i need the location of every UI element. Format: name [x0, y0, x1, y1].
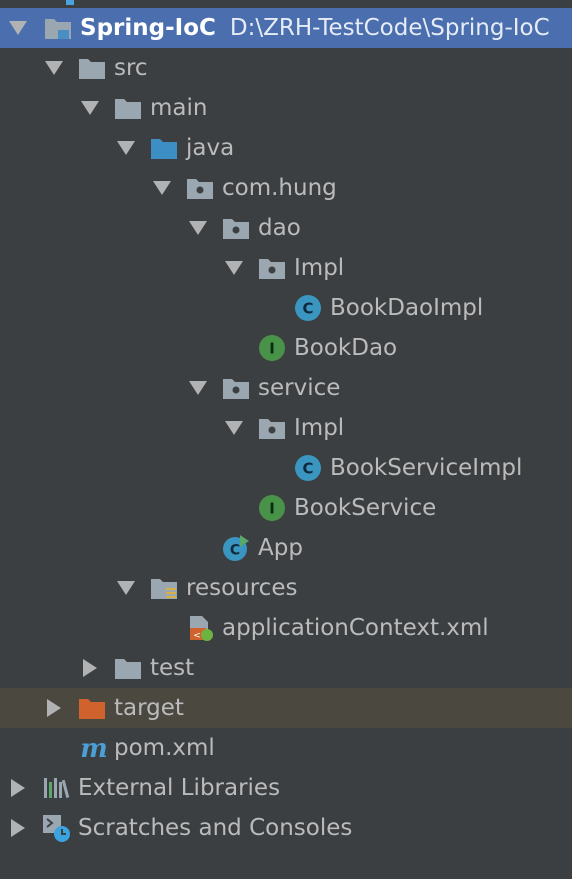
collapsed-arrow-icon[interactable]	[78, 656, 102, 680]
collapsed-arrow-icon[interactable]	[6, 816, 30, 840]
tree-row-target[interactable]: target	[0, 688, 572, 728]
maven-icon: m	[78, 734, 108, 764]
class-icon: C	[294, 454, 322, 482]
svg-text:C: C	[230, 543, 240, 559]
node-label: BookDaoImpl	[330, 295, 484, 321]
top-strip	[0, 0, 572, 8]
node-label: External Libraries	[78, 775, 281, 801]
node-label: resources	[186, 575, 298, 601]
svg-text:C: C	[302, 460, 313, 478]
runnable-class-icon: C	[222, 534, 250, 562]
collapsed-arrow-icon[interactable]	[6, 776, 30, 800]
package-icon	[186, 174, 214, 202]
tree-row-app[interactable]: C App	[0, 528, 572, 568]
expand-arrow-icon[interactable]	[6, 16, 30, 40]
tree-row-service[interactable]: service	[0, 368, 572, 408]
folder-icon	[114, 94, 142, 122]
node-label: service	[258, 375, 341, 401]
node-label: App	[258, 535, 303, 561]
tree-row-pom[interactable]: m pom.xml	[0, 728, 572, 768]
expand-arrow-icon[interactable]	[78, 96, 102, 120]
libraries-icon	[42, 774, 70, 802]
expand-arrow-icon[interactable]	[150, 176, 174, 200]
tree-row-external-libraries[interactable]: External Libraries	[0, 768, 572, 808]
interface-icon: I	[258, 334, 286, 362]
svg-text:m: m	[80, 734, 108, 762]
collapsed-arrow-icon[interactable]	[42, 696, 66, 720]
node-label: dao	[258, 215, 301, 241]
expand-arrow-icon[interactable]	[222, 416, 246, 440]
spring-xml-icon: <	[186, 614, 214, 642]
node-label: Impl	[294, 255, 345, 281]
module-folder-icon	[44, 14, 72, 42]
node-label: main	[150, 95, 208, 121]
tree-row-test[interactable]: test	[0, 648, 572, 688]
svg-text:I: I	[269, 340, 275, 358]
folder-icon	[114, 654, 142, 682]
folder-icon	[78, 54, 106, 82]
expand-arrow-icon[interactable]	[114, 576, 138, 600]
node-label: BookServiceImpl	[330, 455, 523, 481]
project-path: D:\ZRH-TestCode\Spring-IoC	[229, 15, 550, 41]
tree-row-package[interactable]: com.hung	[0, 168, 572, 208]
tree-row-scratches[interactable]: Scratches and Consoles	[0, 808, 572, 848]
expand-arrow-icon[interactable]	[186, 216, 210, 240]
tree-row-project-root[interactable]: Spring-IoC D:\ZRH-TestCode\Spring-IoC	[0, 8, 572, 48]
tree-row-book-service[interactable]: I BookService	[0, 488, 572, 528]
expand-arrow-icon[interactable]	[222, 256, 246, 280]
source-folder-icon	[150, 134, 178, 162]
expand-arrow-icon[interactable]	[114, 136, 138, 160]
package-icon	[258, 414, 286, 442]
tree-row-service-impl[interactable]: Impl	[0, 408, 572, 448]
project-tree[interactable]: Spring-IoC D:\ZRH-TestCode\Spring-IoC sr…	[0, 8, 572, 848]
resources-folder-icon	[150, 574, 178, 602]
top-strip-marker	[66, 0, 74, 5]
svg-text:I: I	[269, 500, 275, 518]
expand-arrow-icon[interactable]	[186, 376, 210, 400]
scratches-icon	[42, 814, 70, 842]
tree-row-book-service-impl[interactable]: C BookServiceImpl	[0, 448, 572, 488]
tree-row-dao-impl[interactable]: Impl	[0, 248, 572, 288]
interface-icon: I	[258, 494, 286, 522]
tree-row-book-dao-impl[interactable]: C BookDaoImpl	[0, 288, 572, 328]
svg-text:<: <	[193, 631, 201, 641]
tree-row-resources[interactable]: resources	[0, 568, 572, 608]
node-label: BookDao	[294, 335, 398, 361]
tree-row-java[interactable]: java	[0, 128, 572, 168]
excluded-folder-icon	[78, 694, 106, 722]
node-label: src	[114, 55, 148, 81]
tree-row-main[interactable]: main	[0, 88, 572, 128]
tree-row-book-dao[interactable]: I BookDao	[0, 328, 572, 368]
node-label: pom.xml	[114, 735, 215, 761]
node-label: applicationContext.xml	[222, 615, 489, 641]
node-label: Scratches and Consoles	[78, 815, 353, 841]
node-label: BookService	[294, 495, 437, 521]
node-label: Impl	[294, 415, 345, 441]
node-label: test	[150, 655, 195, 681]
package-icon	[258, 254, 286, 282]
class-icon: C	[294, 294, 322, 322]
package-icon	[222, 214, 250, 242]
tree-row-application-context[interactable]: < applicationContext.xml	[0, 608, 572, 648]
node-label: com.hung	[222, 175, 337, 201]
package-icon	[222, 374, 250, 402]
tree-row-dao[interactable]: dao	[0, 208, 572, 248]
node-label: java	[186, 135, 235, 161]
svg-text:C: C	[302, 300, 313, 318]
expand-arrow-icon[interactable]	[42, 56, 66, 80]
node-label: target	[114, 695, 184, 721]
tree-row-src[interactable]: src	[0, 48, 572, 88]
project-name: Spring-IoC	[80, 15, 216, 41]
